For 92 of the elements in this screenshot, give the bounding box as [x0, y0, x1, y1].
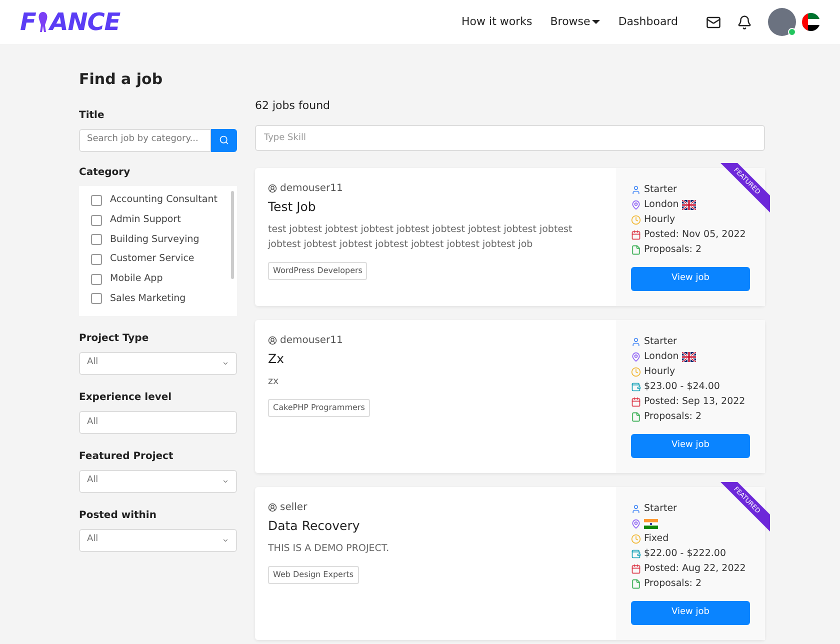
detail-text: Hourly [644, 212, 676, 227]
field-label: Featured Project [79, 450, 174, 464]
caret-icon [222, 536, 229, 544]
skill-tag[interactable]: CakePHP Programmers [268, 399, 370, 418]
map-pin-icon [631, 200, 641, 210]
logo[interactable]: F ANCE [20, 4, 120, 40]
scrollbar[interactable] [231, 190, 234, 278]
search-button[interactable] [211, 128, 237, 152]
detail-text: Proposals: 2 [644, 576, 702, 591]
detail-text: Posted: Aug 22, 2022 [644, 562, 746, 576]
job-title[interactable]: Zx [268, 350, 606, 368]
person-icon [631, 504, 641, 514]
checkbox[interactable] [91, 234, 102, 246]
detail-text: Starter [644, 182, 677, 197]
user-icon [268, 502, 277, 512]
checkbox-label: Admin Support [110, 212, 181, 227]
detail-text: Fixed [644, 532, 669, 546]
checkbox[interactable] [91, 254, 102, 265]
field-label: Posted within [79, 508, 158, 522]
job-title[interactable]: Data Recovery [268, 516, 606, 536]
caret-icon [222, 360, 229, 366]
detail-text: Posted: Nov 05, 2022 [644, 228, 746, 242]
user-icon [268, 184, 277, 192]
checkbox-label: Mobile App [110, 272, 163, 286]
checkbox[interactable] [91, 274, 102, 285]
username: demouser11 [268, 332, 606, 348]
select-field[interactable]: All [79, 352, 237, 374]
checkbox-label: Accounting Consultant [110, 193, 218, 208]
select-field[interactable]: All [79, 470, 237, 492]
document-icon [631, 245, 641, 255]
calendar-icon [631, 230, 641, 240]
search-field[interactable]: Search job by category... [79, 128, 211, 152]
document-icon [631, 579, 641, 589]
checkbox[interactable] [91, 214, 102, 226]
username: demouser11 [268, 180, 606, 196]
input-field[interactable]: All [79, 410, 237, 434]
caret-icon [222, 478, 229, 484]
nav-link[interactable]: Browse [550, 14, 600, 30]
map-pin-icon [631, 352, 641, 362]
map-pin-icon [631, 519, 641, 529]
wallet-icon [631, 549, 641, 559]
detail-text: $23.00 - $24.00 [644, 380, 720, 394]
job-description: test jobtest jobtest jobtest jobtest jobtest jobtest jobtest jobtest jobtest jobtest jobtest jobtest jobtest jobtest jobtest job [268, 223, 574, 252]
select-field[interactable]: All [79, 528, 237, 552]
checkbox[interactable] [91, 194, 102, 206]
detail-text: Posted: Sep 13, 2022 [644, 394, 746, 409]
avatar[interactable] [768, 8, 796, 36]
search-icon [219, 135, 229, 145]
flag-icon[interactable] [802, 13, 820, 31]
field-label: Experience level [79, 390, 173, 404]
person-icon [631, 337, 641, 347]
field-label: Category [79, 166, 132, 180]
view-job-button[interactable]: View job [631, 266, 750, 290]
nav-link[interactable]: How it works [462, 14, 532, 30]
field-label: Project Type [79, 332, 150, 346]
detail-text: Starter [644, 334, 677, 349]
view-job-button[interactable]: View job [631, 600, 750, 624]
results-count: 62 jobs found [255, 98, 332, 114]
page-heading: Find a job [79, 69, 164, 90]
calendar-icon [631, 397, 641, 407]
skill-field[interactable]: Type Skill [255, 124, 765, 150]
detail-text: Proposals: 2 [644, 242, 702, 257]
job-description: THIS IS A DEMO PROJECT. [268, 542, 390, 556]
checkbox-label: Building Surveying [110, 232, 200, 247]
skill-tag[interactable]: Web Design Experts [268, 566, 359, 584]
detail-text: Starter [644, 502, 677, 516]
job-title[interactable]: Test Job [268, 198, 606, 216]
detail-text: London [644, 198, 679, 212]
detail-text: $22.00 - $222.00 [644, 546, 726, 561]
checkbox-label: Sales Marketing [110, 292, 186, 306]
checkbox-label: Customer Service [110, 252, 194, 266]
detail-text: Hourly [644, 364, 676, 379]
caret-icon [592, 20, 600, 24]
bell-icon[interactable] [737, 14, 752, 30]
mail-icon[interactable] [706, 14, 721, 30]
user-icon [268, 336, 277, 344]
wallet-icon [631, 382, 641, 392]
username: seller [268, 500, 606, 514]
detail-text: London [644, 350, 679, 364]
person-icon [631, 185, 641, 195]
clock-icon [631, 215, 641, 225]
nav-link[interactable]: Dashboard [618, 14, 678, 30]
clock-icon [631, 534, 641, 544]
document-icon [631, 412, 641, 422]
checkbox[interactable] [91, 293, 102, 304]
field-label: Title [79, 108, 106, 122]
detail-text: Proposals: 2 [644, 410, 702, 424]
clock-icon [631, 367, 641, 377]
job-description: zx [268, 375, 280, 390]
calendar-icon [631, 564, 641, 574]
view-job-button[interactable]: View job [631, 434, 750, 458]
skill-tag[interactable]: WordPress Developers [268, 262, 368, 280]
